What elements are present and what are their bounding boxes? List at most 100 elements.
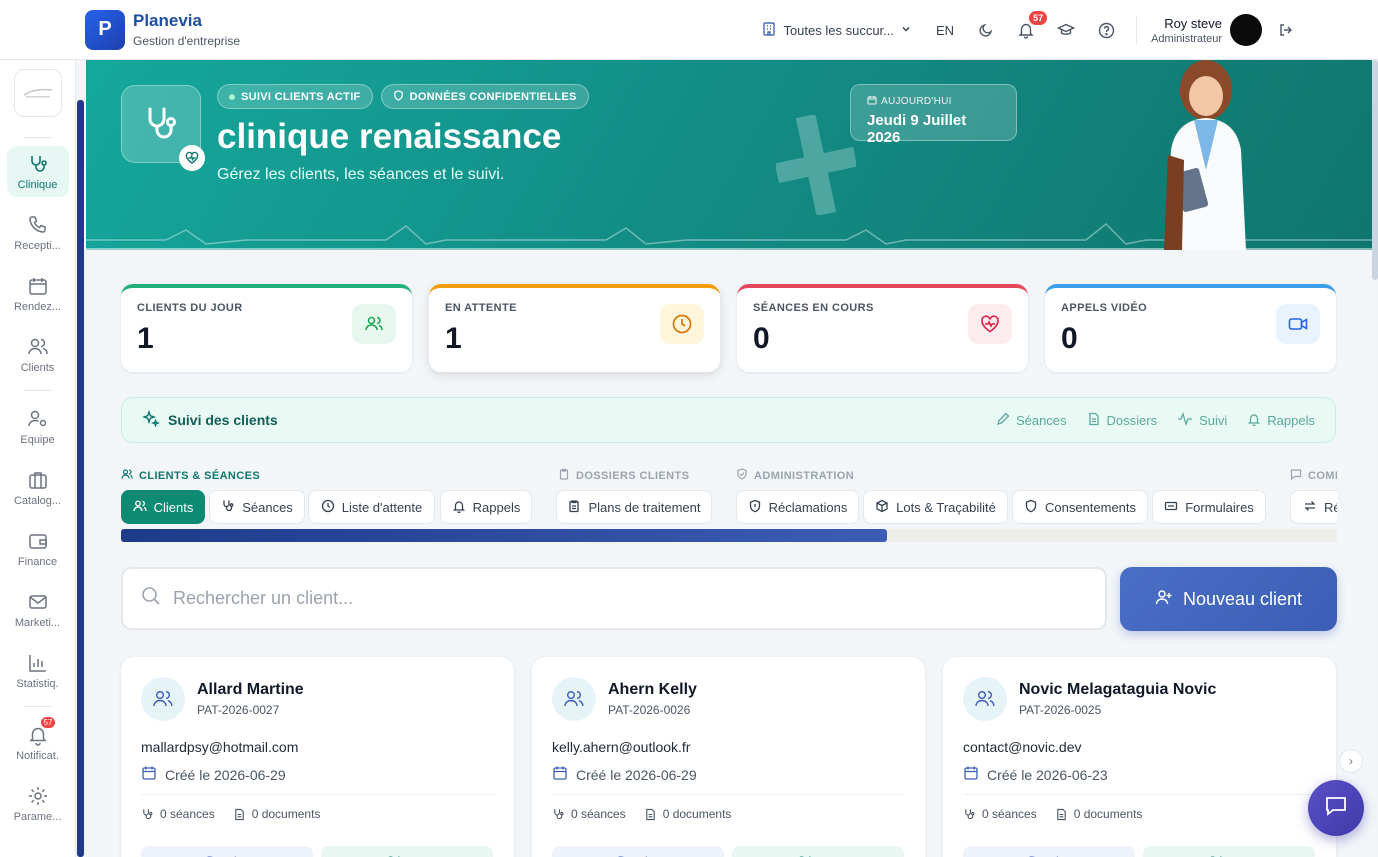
sidebar-item-label: Equipe — [20, 434, 55, 446]
pill-label: DONNÉES CONFIDENTIELLES — [409, 90, 577, 103]
chevron-right-icon[interactable]: › — [1339, 749, 1363, 773]
language-toggle[interactable]: EN — [936, 23, 954, 38]
tab-communication-first[interactable]: Ré — [1290, 490, 1337, 524]
sidebar-item-label: Recepti... — [14, 240, 61, 252]
link-rappels[interactable]: Rappels — [1247, 412, 1315, 429]
search-input[interactable] — [173, 588, 1073, 609]
tab-label: Séances — [242, 499, 293, 515]
shield-icon — [1024, 499, 1038, 516]
sidebar-item-reception[interactable]: Recepti... — [7, 207, 69, 258]
client-card[interactable]: Novic Melagataguia Novic PAT-2026-0025 c… — [943, 657, 1336, 857]
branch-label: Toutes les succur... — [783, 22, 895, 38]
branch-selector[interactable]: Toutes les succur... — [761, 21, 912, 40]
client-email: mallardpsy@hotmail.com — [141, 739, 299, 755]
new-client-button[interactable]: Nouveau client — [1120, 567, 1337, 631]
heart-pulse-icon — [968, 304, 1012, 344]
tab-liste-attente[interactable]: Liste d'attente — [308, 490, 435, 524]
client-search — [121, 567, 1107, 630]
client-sessions: 0 séances — [982, 807, 1037, 821]
client-avatar-icon — [963, 677, 1007, 721]
client-created: Créé le 2026-06-29 — [165, 766, 286, 783]
company-logo[interactable] — [13, 69, 62, 117]
client-email: contact@novic.dev — [963, 739, 1082, 755]
seance-button[interactable]: Séance — [732, 846, 904, 857]
page-subtitle: Gérez les clients, les séances et le sui… — [217, 166, 505, 183]
tabs-scrollbar[interactable] — [121, 529, 1337, 542]
stat-card-clients-today: CLIENTS DU JOUR 1 — [121, 284, 412, 372]
sidebar-item-notifications[interactable]: 57 Notificat. — [7, 717, 69, 768]
tab-plans-traitement[interactable]: Plans de traitement — [556, 490, 712, 524]
document-icon — [233, 808, 246, 821]
notifications-badge: 57 — [1029, 11, 1048, 25]
client-created: Créé le 2026-06-29 — [576, 766, 697, 783]
avatar[interactable] — [1230, 14, 1262, 46]
link-dossiers[interactable]: Dossiers — [1087, 412, 1157, 429]
dossier-button[interactable]: Dossier — [141, 846, 313, 857]
graduation-cap-icon[interactable] — [1056, 20, 1076, 40]
stethoscope-icon — [963, 808, 976, 821]
user-info[interactable]: Roy steve Administrateur — [1151, 16, 1222, 45]
client-card[interactable]: Allard Martine PAT-2026-0027 mallardpsy@… — [121, 657, 514, 857]
sidebar-item-parametres[interactable]: Parame... — [7, 778, 69, 829]
clipboard-icon — [558, 468, 570, 483]
briefcase-icon — [7, 468, 69, 492]
dossier-button[interactable]: Dossier — [552, 846, 724, 857]
link-label: Suivi — [1199, 412, 1228, 428]
stat-card-waiting: EN ATTENTE 1 — [429, 284, 720, 372]
tabs-scrollbar-thumb[interactable] — [121, 529, 888, 542]
page-title: clinique renaissance — [217, 117, 562, 156]
logout-icon[interactable] — [1276, 20, 1296, 40]
page-scrollbar[interactable] — [1372, 60, 1378, 857]
clock-icon — [660, 304, 704, 344]
calendar-icon — [552, 765, 568, 784]
divider — [141, 794, 494, 795]
moon-icon[interactable] — [976, 20, 996, 40]
brand[interactable]: P Planevia Gestion d'entreprise — [85, 9, 240, 50]
sidebar-item-catalogue[interactable]: Catalog... — [7, 462, 69, 513]
sidebar-item-clinique[interactable]: Clinique — [6, 146, 69, 197]
clipboard-icon — [567, 499, 581, 516]
sidebar-item-clients[interactable]: Clients — [7, 329, 69, 380]
tab-label: Clients — [153, 499, 194, 515]
tab-seances[interactable]: Séances — [209, 490, 305, 524]
users-icon — [7, 335, 69, 359]
chevron-down-icon — [900, 23, 912, 38]
document-icon — [644, 808, 657, 821]
sidebar-item-label: Clients — [20, 362, 55, 374]
tab-label: Plans de traitement — [588, 499, 701, 515]
building-icon — [761, 21, 777, 40]
sidebar-item-label: Finance — [17, 556, 58, 568]
notifications-bell-icon[interactable]: 57 — [1016, 11, 1048, 40]
sidebar-item-marketing[interactable]: Marketi... — [7, 584, 69, 635]
sidebar-item-rendez-vous[interactable]: Rendez... — [7, 268, 69, 319]
client-card[interactable]: Ahern Kelly PAT-2026-0026 kelly.ahern@ou… — [532, 657, 925, 857]
tab-label: Consentements — [1044, 499, 1137, 515]
dossier-button[interactable]: Dossier — [963, 846, 1135, 857]
bell-icon — [452, 499, 466, 516]
sidebar-item-label: Parame... — [13, 811, 62, 823]
date-value: Jeudi 9 Juillet 2026 — [867, 112, 967, 146]
client-sessions: 0 séances — [571, 807, 626, 821]
sparkles-icon — [141, 409, 160, 431]
sidebar-item-statistiques[interactable]: Statistiq. — [7, 645, 69, 696]
tab-reclamations[interactable]: Réclamations — [736, 490, 859, 524]
sidebar-item-finance[interactable]: Finance — [7, 523, 69, 574]
help-icon[interactable] — [1096, 20, 1116, 40]
seance-button[interactable]: Séance — [321, 846, 493, 857]
sidebar-scrollbar[interactable] — [77, 100, 84, 857]
tab-label: Ré — [1324, 499, 1337, 515]
seance-button[interactable]: Séance — [1143, 846, 1315, 857]
tab-consentements[interactable]: Consentements — [1012, 490, 1148, 524]
tab-lots-tracabilite[interactable]: Lots & Traçabilité — [863, 490, 1008, 524]
client-name: Novic Melagataguia Novic — [1019, 681, 1217, 698]
tab-rappels[interactable]: Rappels — [440, 490, 532, 524]
scrollbar-thumb[interactable] — [1372, 60, 1378, 280]
link-seances[interactable]: Séances — [996, 412, 1067, 429]
client-sessions: 0 séances — [160, 807, 215, 821]
link-suivi[interactable]: Suivi — [1177, 411, 1228, 429]
tab-formulaires[interactable]: Formulaires — [1152, 490, 1266, 524]
sidebar-item-equipe[interactable]: Equipe — [7, 401, 69, 452]
tab-clients[interactable]: Clients — [121, 490, 205, 524]
pill-label: SUIVI CLIENTS ACTIF — [241, 90, 361, 103]
chat-button[interactable] — [1308, 780, 1364, 836]
